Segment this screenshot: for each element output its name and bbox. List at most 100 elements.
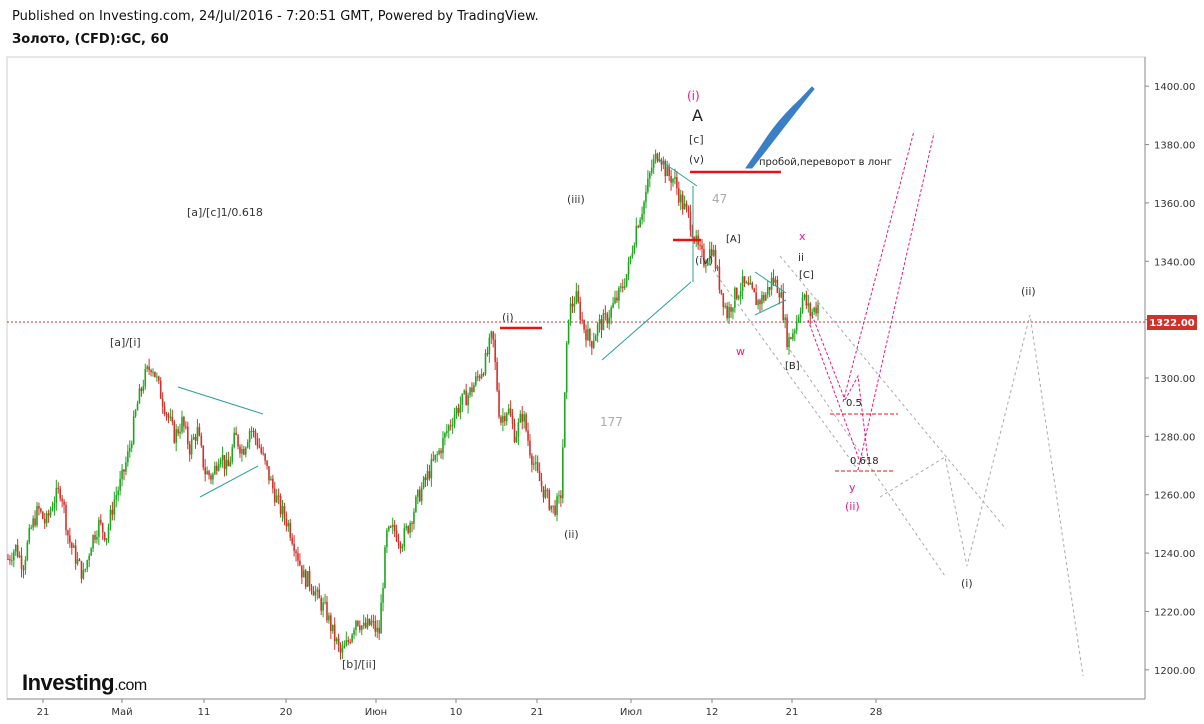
candle-body [393, 524, 396, 532]
candle-body [246, 442, 249, 448]
candle-body [389, 526, 392, 528]
candle-body [357, 620, 359, 626]
candle-body [792, 333, 794, 339]
candle-body [676, 177, 678, 189]
x-tick-label: Июн [365, 707, 387, 718]
candle-body [815, 307, 817, 314]
candle-body [413, 511, 415, 524]
candle-body [575, 291, 578, 304]
candle-body [587, 329, 589, 341]
candle-body [63, 501, 65, 505]
y-tick-label: 1200.00 [1154, 666, 1195, 677]
candle-body [150, 370, 152, 373]
candle-body [204, 467, 206, 475]
candle-body [351, 634, 353, 643]
candle-body [355, 620, 357, 630]
candle-body [718, 266, 721, 290]
candle-body [266, 460, 268, 467]
candle-body [455, 408, 458, 415]
candle-body [32, 518, 34, 528]
candle-body [745, 282, 748, 284]
x-tick-label: 21 [531, 707, 544, 718]
candle-body [401, 546, 404, 549]
candle-body [258, 445, 261, 448]
candle-body [784, 317, 786, 321]
candle-body [649, 172, 651, 179]
candle-body [318, 589, 321, 599]
candle-body [766, 287, 769, 295]
candle-body [343, 645, 346, 649]
candle-body [16, 544, 19, 557]
candle-body [399, 542, 402, 549]
candle-body [113, 499, 116, 515]
candle-body [631, 252, 634, 257]
candle-body [689, 211, 692, 231]
candle-body [99, 519, 102, 524]
candle-body [125, 462, 127, 472]
candle-body [478, 376, 481, 379]
candle-body [647, 178, 649, 192]
candle-body [9, 559, 11, 561]
candle-body [805, 294, 808, 306]
candle-body [755, 292, 757, 305]
candle-body [241, 448, 243, 454]
candle-body [569, 303, 572, 320]
candle-body [324, 601, 326, 603]
candle-body [165, 413, 168, 415]
candle-body [55, 487, 58, 504]
candle-body [231, 447, 234, 462]
candle-body [136, 403, 139, 411]
candle-body [275, 495, 278, 503]
candle-body [716, 266, 719, 269]
candle-body [591, 341, 593, 348]
candle-body [223, 455, 226, 470]
candle-body [299, 560, 301, 566]
candle-body [138, 388, 141, 404]
price-chart[interactable]: 1400.001380.001360.001340.001320.001300.… [0, 0, 1204, 724]
candle-body [440, 450, 442, 454]
candle-body [432, 459, 435, 461]
candle-body [625, 273, 628, 287]
candle-body [372, 620, 375, 622]
candle-body [84, 569, 87, 571]
candle-body [7, 558, 9, 560]
label-ii-right: (ii) [1021, 285, 1036, 298]
candle-body [736, 287, 738, 299]
candle-body [214, 465, 216, 475]
candle-body [103, 532, 106, 541]
candle-body [737, 296, 740, 299]
candle-body [743, 276, 746, 283]
candle-body [20, 555, 23, 569]
candle-body [612, 303, 614, 308]
candle-body [643, 202, 645, 214]
candle-body [446, 431, 448, 434]
candle-body [167, 414, 170, 418]
candle-body [565, 343, 568, 393]
candle-body [621, 286, 624, 288]
red-levels [500, 170, 781, 330]
y-tick-label: 1240.00 [1154, 549, 1195, 560]
candle-body [490, 331, 493, 338]
candle-body [817, 304, 819, 314]
candle-body [525, 414, 527, 431]
candle-body [502, 416, 504, 423]
candle-body [47, 513, 50, 516]
candle-body [453, 414, 456, 425]
candle-body [403, 528, 406, 547]
candle-body [384, 547, 386, 589]
candle-body [442, 437, 444, 454]
candle-body [492, 331, 495, 340]
candle-body [608, 317, 611, 324]
candle-body [436, 454, 438, 456]
candle-body [722, 293, 725, 307]
candle-body [26, 542, 29, 560]
investing-logo: Investing.com [22, 670, 147, 695]
candle-body [208, 471, 210, 476]
y-tick-label: 1220.00 [1154, 607, 1195, 618]
candle-body [243, 448, 245, 455]
candle-body [386, 530, 388, 548]
candle-body [728, 306, 730, 319]
candle-body [618, 287, 620, 301]
candle-body [726, 305, 728, 319]
candle-body [668, 166, 670, 177]
